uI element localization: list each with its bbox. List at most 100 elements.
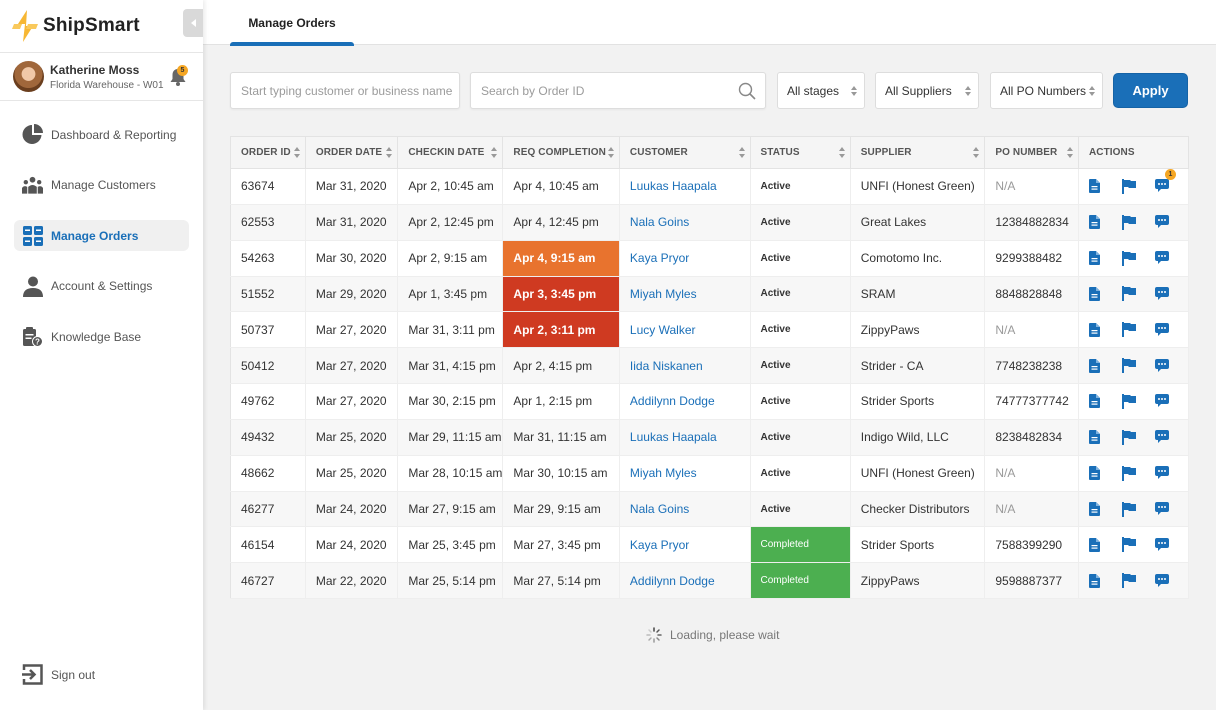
row-actions (1078, 383, 1190, 420)
messages-button[interactable] (1154, 357, 1188, 375)
customer-link[interactable]: Nala Goins (619, 204, 751, 241)
sign-out-button[interactable]: Sign out (22, 664, 95, 685)
checkin-date: Mar 31, 3:11 pm (397, 311, 504, 349)
column-header-order-id[interactable]: ORDER ID (230, 136, 306, 169)
table-row[interactable]: 51552 Mar 29, 2020 Apr 1, 3:45 pm Apr 3, 3:… (230, 276, 1190, 313)
view-document-button[interactable] (1088, 392, 1122, 410)
sort-icon[interactable] (973, 147, 980, 158)
messages-button[interactable] (1154, 213, 1188, 231)
sort-icon[interactable] (293, 147, 300, 158)
customer-link[interactable]: Luukas Haapala (619, 168, 751, 205)
customer-search-field[interactable] (230, 72, 460, 109)
flag-button[interactable] (1121, 392, 1155, 410)
customer-link[interactable]: Miyah Myles (619, 276, 751, 313)
column-header-checkin-date[interactable]: CHECKIN DATE (397, 136, 504, 169)
customer-link[interactable]: Addilynn Dodge (619, 562, 751, 600)
view-document-button[interactable] (1088, 213, 1122, 231)
view-document-button[interactable] (1088, 357, 1122, 375)
customer-link[interactable]: Luukas Haapala (619, 419, 751, 456)
messages-button[interactable] (1154, 249, 1188, 267)
flag-button[interactable] (1121, 249, 1155, 267)
view-document-button[interactable] (1088, 321, 1122, 339)
flag-button[interactable] (1121, 572, 1155, 590)
sidebar-item-knowledge-base[interactable]: ? Knowledge Base (14, 321, 189, 352)
column-header-status[interactable]: STATUS (750, 136, 851, 169)
view-document-button[interactable] (1088, 464, 1122, 482)
sort-icon[interactable] (838, 147, 845, 158)
document-icon (1088, 286, 1100, 301)
tab-manage-orders[interactable]: Manage Orders (230, 0, 354, 46)
sort-icon[interactable] (491, 147, 498, 158)
flag-button[interactable] (1121, 177, 1155, 195)
order-search-field[interactable] (470, 72, 766, 109)
sidebar-item-account[interactable]: Account & Settings (14, 271, 189, 302)
search-icon[interactable] (738, 82, 756, 100)
view-document-button[interactable] (1088, 428, 1122, 446)
sort-icon[interactable] (607, 147, 614, 158)
flag-button[interactable] (1121, 500, 1155, 518)
messages-button[interactable] (1154, 285, 1188, 303)
customer-link[interactable]: Kaya Pryor (619, 240, 751, 277)
customer-link[interactable]: Lucy Walker (619, 311, 751, 349)
sort-icon[interactable] (386, 147, 393, 158)
column-header-customer[interactable]: CUSTOMER (619, 136, 751, 169)
view-document-button[interactable] (1088, 285, 1122, 303)
collapse-sidebar-button[interactable] (183, 9, 203, 37)
messages-button[interactable] (1154, 321, 1188, 339)
messages-button[interactable] (1154, 500, 1188, 518)
messages-button[interactable] (1154, 392, 1188, 410)
status-badge: Active (750, 204, 851, 241)
column-header-supplier[interactable]: SUPPLIER (850, 136, 986, 169)
table-row[interactable]: 46727 Mar 22, 2020 Mar 25, 5:14 pm Mar 27, … (230, 562, 1190, 600)
messages-button[interactable] (1154, 428, 1188, 446)
view-document-button[interactable] (1088, 177, 1122, 195)
sidebar-item-customers[interactable]: Manage Customers (14, 170, 189, 201)
table-row[interactable]: 49762 Mar 27, 2020 Mar 30, 2:15 pm Apr 1, 2… (230, 383, 1190, 420)
order-search-input[interactable] (481, 83, 765, 98)
customer-link[interactable]: Nala Goins (619, 491, 751, 528)
flag-button[interactable] (1121, 321, 1155, 339)
view-document-button[interactable] (1088, 536, 1122, 554)
messages-button[interactable] (1154, 572, 1188, 590)
view-document-button[interactable] (1088, 249, 1122, 267)
table-row[interactable]: 46154 Mar 24, 2020 Mar 25, 3:45 pm Mar 27, … (230, 526, 1190, 564)
table-row[interactable]: 48662 Mar 25, 2020 Mar 28, 10:15 am Mar 30,… (230, 455, 1190, 492)
logo[interactable]: ShipSmart (0, 0, 203, 53)
flag-button[interactable] (1121, 357, 1155, 375)
table-row[interactable]: 49432 Mar 25, 2020 Mar 29, 11:15 am Mar 31,… (230, 419, 1190, 456)
user-profile[interactable]: Katherine Moss Florida Warehouse - W01 5 (0, 53, 203, 101)
table-row[interactable]: 63674 Mar 31, 2020 Apr 2, 10:45 am Apr 4, 1… (230, 168, 1190, 205)
flag-button[interactable] (1121, 428, 1155, 446)
customer-link[interactable]: Miyah Myles (619, 455, 751, 492)
supplier-select[interactable]: All Suppliers (875, 72, 979, 109)
column-header-order-date[interactable]: ORDER DATE (305, 136, 399, 169)
column-header-po-number[interactable]: PO NUMBER (984, 136, 1079, 169)
messages-button[interactable] (1154, 536, 1188, 554)
view-document-button[interactable] (1088, 572, 1122, 590)
flag-button[interactable] (1121, 536, 1155, 554)
column-header-req-completion[interactable]: REQ COMPLETION (502, 136, 620, 169)
sidebar-item-orders[interactable]: Manage Orders (14, 220, 189, 251)
table-row[interactable]: 50737 Mar 27, 2020 Mar 31, 3:11 pm Apr 2, 3… (230, 311, 1190, 349)
customer-search-input[interactable] (241, 83, 459, 98)
table-row[interactable]: 46277 Mar 24, 2020 Mar 27, 9:15 am Mar 29, … (230, 491, 1190, 528)
messages-button[interactable]: 1 (1154, 169, 1188, 195)
table-row[interactable]: 54263 Mar 30, 2020 Apr 2, 9:15 am Apr 4, 9:… (230, 240, 1190, 277)
sort-icon[interactable] (738, 147, 745, 158)
view-document-button[interactable] (1088, 500, 1122, 518)
customer-link[interactable]: Kaya Pryor (619, 526, 751, 564)
flag-button[interactable] (1121, 213, 1155, 231)
messages-button[interactable] (1154, 464, 1188, 482)
customer-link[interactable]: Iida Niskanen (619, 347, 751, 385)
stage-select[interactable]: All stages (777, 72, 865, 109)
table-row[interactable]: 62553 Mar 31, 2020 Apr 2, 12:45 pm Apr 4, 1… (230, 204, 1190, 241)
flag-button[interactable] (1121, 285, 1155, 303)
po-number: 7748238238 (984, 347, 1079, 385)
po-number-select[interactable]: All PO Numbers (990, 72, 1103, 109)
apply-button[interactable]: Apply (1113, 73, 1188, 108)
sort-icon[interactable] (1066, 147, 1073, 158)
table-row[interactable]: 50412 Mar 27, 2020 Mar 31, 4:15 pm Apr 2, 4… (230, 347, 1190, 385)
sidebar-item-dashboard[interactable]: Dashboard & Reporting (14, 119, 189, 150)
customer-link[interactable]: Addilynn Dodge (619, 383, 751, 420)
flag-button[interactable] (1121, 464, 1155, 482)
